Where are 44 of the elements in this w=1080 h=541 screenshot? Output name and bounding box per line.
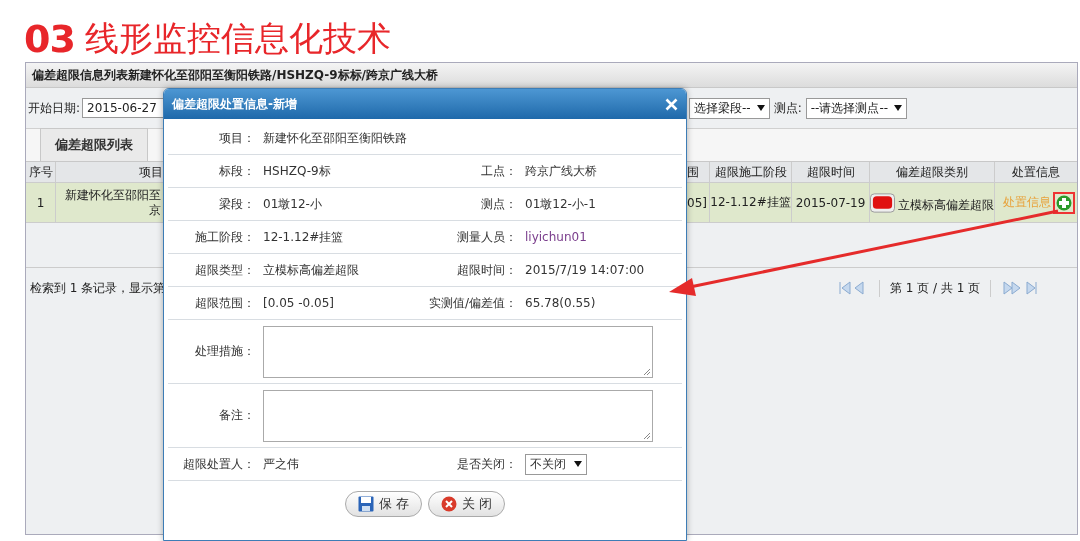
- column-header: 超限时间: [792, 162, 870, 182]
- field-value: 01墩12-小-1: [525, 196, 596, 211]
- field-value: 严之伟: [263, 456, 299, 471]
- field-label: 实测值/偏差值：: [427, 294, 517, 312]
- field-label: 标段：: [218, 162, 255, 180]
- field-label: 超限处置人：: [182, 455, 255, 473]
- field-label: 项目：: [218, 129, 255, 147]
- slide-title: 线形监控信息化技术: [84, 17, 391, 60]
- field-label: 是否关闭：: [456, 455, 517, 473]
- field-value: 65.78(0.55): [525, 296, 596, 310]
- column-header: 处置信息: [1011, 163, 1061, 181]
- field-value: 12-1.12#挂篮: [263, 229, 344, 244]
- field-value: 立模标高偏差超限: [263, 262, 359, 277]
- field-value: [0.05 -0.05]: [263, 296, 334, 310]
- column-header: 超限施工阶段: [710, 162, 792, 182]
- field-label: 备注：: [218, 407, 255, 424]
- field-label: 测量人员：: [456, 228, 517, 246]
- field-label: 处理措施：: [194, 343, 255, 360]
- column-header: 序号: [26, 162, 56, 182]
- panel-title: 偏差超限信息列表新建怀化至邵阳至衡阳铁路/HSHZQ-9标标/跨京广线大桥: [26, 63, 1077, 88]
- table-cell-text: 新建怀化至邵阳至 京: [64, 186, 162, 219]
- point-label: 测点:: [773, 99, 802, 117]
- field-value: liyichun01: [525, 230, 587, 244]
- field-label: 超限时间：: [456, 261, 517, 279]
- page-indicator: 第 1 页 / 共 1 页: [879, 279, 992, 297]
- field-label: 测点：: [480, 195, 517, 213]
- field-value: 新建怀化至邵阳至衡阳铁路: [263, 129, 408, 147]
- section-number: 03: [24, 17, 75, 61]
- table-cell-text: 立模标高偏差超限: [898, 197, 994, 214]
- field-value: 2015/7/19 14:07:00: [525, 263, 645, 277]
- column-header: 偏差超限类别: [870, 162, 995, 182]
- table-cell: 12-1.12#挂篮: [710, 183, 792, 222]
- field-label: 超限范围：: [194, 294, 255, 312]
- table-cell: 1: [26, 183, 56, 222]
- field-label: 梁段：: [218, 195, 255, 213]
- dialog-title: 偏差超限处置信息-新增: [172, 95, 297, 113]
- column-header: 项目: [138, 163, 163, 181]
- start-date-label: 开始日期:: [28, 99, 81, 117]
- field-value: 01墩12-小: [263, 196, 322, 211]
- field-value: HSHZQ-9标: [263, 163, 331, 178]
- field-value: 跨京广线大桥: [525, 163, 597, 178]
- field-label: 工点：: [480, 162, 517, 180]
- field-label: 施工阶段：: [194, 228, 255, 246]
- field-label: 超限类型：: [194, 261, 255, 279]
